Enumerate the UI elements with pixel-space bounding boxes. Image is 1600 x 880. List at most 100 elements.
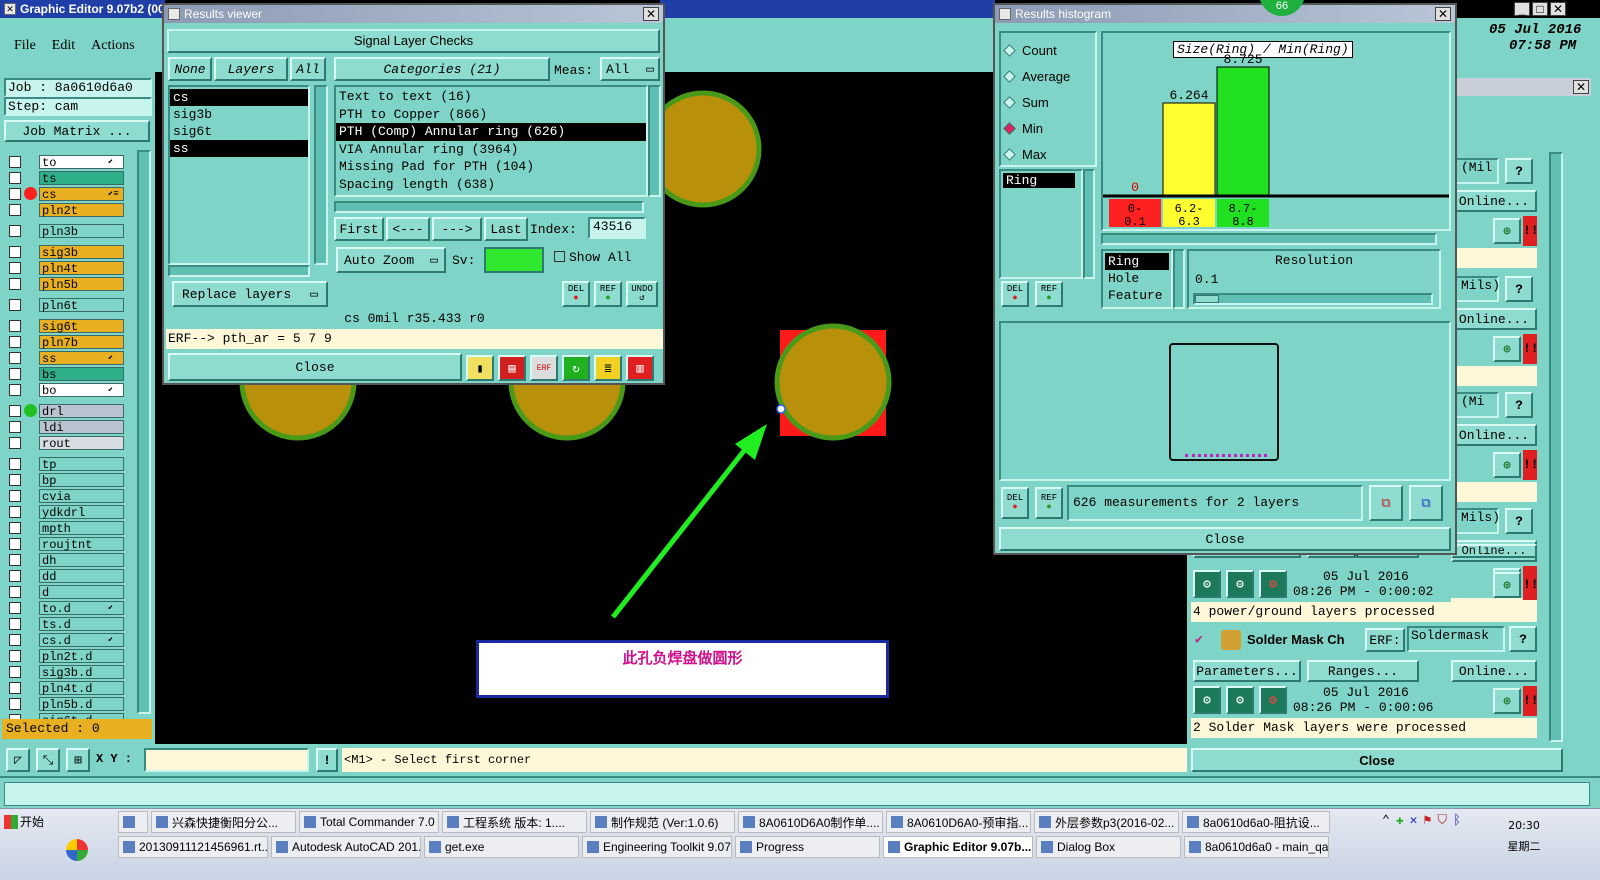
radio-diamond-icon[interactable] [1003,95,1016,109]
report-icon[interactable]: ▤ [498,355,526,381]
checklist-erf-field[interactable]: (Mi [1455,392,1499,418]
help-button[interactable]: ? [1505,508,1533,534]
online-button[interactable]: Online... [1451,424,1537,446]
mode-option[interactable]: Sum [1001,89,1095,115]
export-icon[interactable]: ⧉ [1369,485,1403,521]
grid-icon[interactable]: ⊞ [66,748,90,772]
orb-icon[interactable] [66,839,88,861]
mode-option[interactable]: Min [1001,115,1095,141]
erf-value[interactable]: Soldermask [1407,626,1505,652]
checklist-erf-field[interactable]: Mils) [1455,276,1500,302]
layers-button[interactable]: Layers [214,57,288,81]
undo-button[interactable]: UNDO ↺ [626,281,658,307]
ref-button[interactable]: REF ● [1035,487,1063,519]
menu-edit[interactable]: Edit [52,38,75,54]
layer-checkbox[interactable] [9,633,21,646]
tray-x-icon[interactable]: ✕ [1410,813,1418,828]
layer-row[interactable]: rout [4,435,124,451]
last-button[interactable]: Last [484,217,528,241]
layer-row[interactable]: pln4t [4,260,124,276]
layer-checkbox[interactable] [9,351,21,364]
layer-row[interactable]: dh [4,552,124,568]
taskbar-item[interactable]: 8a0610d6a0-阻抗设... [1182,811,1330,833]
layer-row[interactable]: bo⬋ [4,382,124,398]
layer-row[interactable]: to⬋ [4,154,124,170]
layer-checkbox[interactable] [9,601,21,614]
taskbar-item[interactable]: Total Commander 7.0 ... [299,811,439,833]
ring-list[interactable]: Ring [999,169,1083,279]
zoom-icon[interactable]: ⊕ [1493,572,1521,598]
replace-layers-button[interactable]: Replace layers ▭ [172,281,328,307]
layer-checkbox[interactable] [9,187,21,200]
layer-checkbox[interactable] [9,171,21,184]
layer-row[interactable]: pln5b [4,276,124,292]
ref-button[interactable]: REF ● [1035,281,1063,307]
feature-scrollbar[interactable] [1173,249,1185,309]
layer-list-item[interactable]: ss [170,140,308,157]
job-matrix-button[interactable]: Job Matrix ... [4,120,150,142]
layer-row[interactable]: pln7b [4,334,124,350]
menu-file[interactable]: File [14,38,36,54]
layer-row[interactable]: roujtnt [4,536,124,552]
layer-row[interactable]: d [4,584,124,600]
category-hscroll[interactable] [334,201,644,213]
first-button[interactable]: First [334,217,384,241]
layer-row[interactable]: pln2t.d [4,648,124,664]
online-button[interactable]: Online... [1451,190,1537,212]
tool-icon-2[interactable]: ⤡ [36,748,60,772]
help-button[interactable]: ? [1505,158,1533,184]
zoom-icon[interactable]: ⊕ [1493,688,1521,714]
xy-input[interactable] [144,748,309,772]
start-button[interactable]: 开始 [4,813,44,830]
menu-actions[interactable]: Actions [91,38,135,54]
histogram-bar[interactable] [1216,66,1270,196]
layer-checkbox[interactable] [9,404,21,417]
checkmark-icon[interactable]: ✔ [1195,632,1203,647]
layer-checkbox[interactable] [9,569,21,582]
del-button[interactable]: DEL ● [1001,281,1029,307]
taskbar-item[interactable]: Graphic Editor 9.07b... [883,836,1033,858]
stop-icon[interactable]: ⚙ [1259,570,1287,598]
layer-row[interactable]: pln4t.d [4,680,124,696]
layer-list-hscroll[interactable] [168,265,310,277]
del-button[interactable]: DEL ● [1001,487,1029,519]
online-button[interactable]: Online... [1451,660,1537,682]
layer-checkbox[interactable] [9,203,21,216]
layer-checkbox[interactable] [9,505,21,518]
feature-list-item[interactable]: Ring [1105,253,1169,270]
layer-checkbox[interactable] [9,457,21,470]
taskbar-item[interactable] [118,811,148,833]
run-icon[interactable]: ⚙ [1193,570,1221,598]
tray-flag-icon[interactable]: ⚑ [1423,813,1431,828]
mode-option[interactable]: Max [1001,141,1095,167]
category-scrollbar[interactable] [648,85,661,197]
layer-checkbox[interactable] [9,697,21,710]
layer-list-item[interactable]: sig6t [170,123,308,140]
erf-icon[interactable]: ERF [530,355,558,381]
alert-icon[interactable]: ! [316,748,338,772]
layer-row[interactable]: ss⬋ [4,350,124,366]
taskbar-item[interactable]: 外层参数p3(2016-02... [1034,811,1179,833]
layer-list-scrollbar[interactable] [314,85,328,265]
radio-diamond-icon[interactable] [1003,147,1016,161]
graph-icon[interactable]: ⧉ [1409,485,1443,521]
layer-row[interactable]: ydkdrl [4,504,124,520]
layer-checkbox[interactable] [9,155,21,168]
layer-checkbox[interactable] [9,245,21,258]
layer-row[interactable]: bs [4,366,124,382]
tray-arrow-icon[interactable]: ⌃ [1382,813,1390,828]
close-icon[interactable]: ✕ [1550,2,1566,16]
tray-shield-icon[interactable]: ⛉ [1437,813,1447,828]
layer-row[interactable]: sig6t [4,318,124,334]
layer-checkbox[interactable] [9,473,21,486]
category-list-item[interactable]: Text to text (16) [336,88,646,106]
layer-checkbox[interactable] [9,649,21,662]
layer-checkbox[interactable] [9,420,21,433]
category-list-item[interactable]: Missing Pad for PTH (104) [336,158,646,176]
refresh-icon[interactable]: ↻ [562,355,590,381]
run-icon[interactable]: ⚙ [1226,686,1254,714]
radio-diamond-icon[interactable] [1003,43,1016,57]
layer-checkbox[interactable] [9,665,21,678]
layer-checkbox[interactable] [9,319,21,332]
radio-diamond-icon[interactable] [1003,69,1016,83]
